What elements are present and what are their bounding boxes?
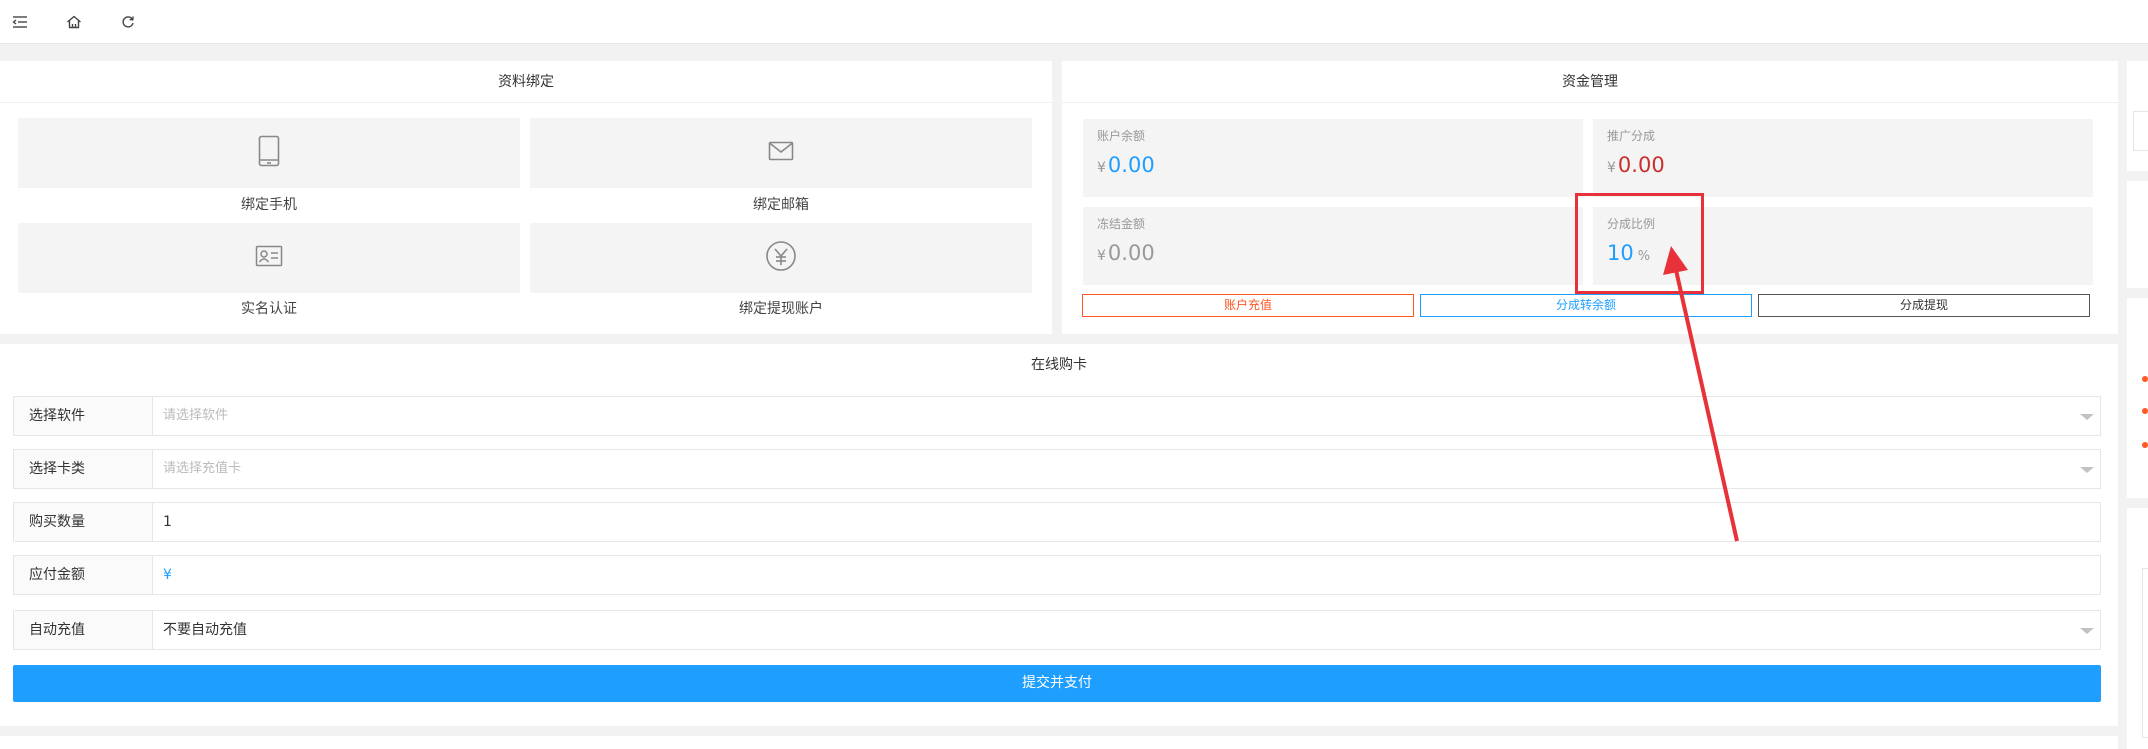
bind-withdraw-label: 绑定提现账户: [739, 301, 823, 317]
refresh-icon[interactable]: [117, 11, 139, 33]
recharge-button[interactable]: 账户充值: [1082, 294, 1414, 317]
right-panel-edge: [2127, 61, 2148, 171]
right-panel-edge: [2127, 508, 2148, 749]
chevron-down-icon: [2080, 467, 2094, 473]
home-icon[interactable]: [63, 11, 85, 33]
funds-card-title: 资金管理: [1062, 61, 2118, 103]
frozen-value: ¥0.00: [1097, 241, 1155, 265]
right-panel-edge: [2127, 298, 2148, 498]
id-card-icon: [255, 245, 283, 271]
auto-recharge-label: 自动充值: [14, 611, 153, 649]
card-type-select-row: 选择卡类 请选择充值卡: [13, 449, 2101, 489]
yuan-icon: [765, 240, 797, 276]
submit-pay-button[interactable]: 提交并支付: [13, 665, 2101, 702]
menu-fold-icon[interactable]: [9, 11, 31, 33]
right-panel-edge: [2127, 181, 2148, 288]
amount-value: ¥: [163, 567, 172, 583]
software-select[interactable]: 请选择软件: [153, 397, 2100, 435]
balance-box: 账户余额 ¥0.00: [1083, 119, 1583, 197]
commission-label: 推广分成: [1607, 129, 1656, 143]
currency-symbol: ¥: [1097, 160, 1106, 176]
quantity-input[interactable]: 1: [153, 503, 2100, 541]
bind-card: 资料绑定 绑定手机 绑定邮箱 实名认证 绑定提现账户: [0, 61, 1052, 334]
currency-symbol: ¥: [1607, 160, 1616, 176]
commission-to-balance-button[interactable]: 分成转余额: [1420, 294, 1752, 317]
chevron-down-icon: [2080, 414, 2094, 420]
amount-row: 应付金额 ¥: [13, 555, 2101, 595]
auto-recharge-select[interactable]: 不要自动充值: [153, 611, 2100, 649]
bind-phone-label: 绑定手机: [241, 197, 297, 213]
bottom-card: [0, 736, 2118, 749]
frozen-label: 冻结金额: [1097, 217, 1146, 231]
amount-label: 应付金额: [14, 556, 153, 594]
card-type-select[interactable]: 请选择充值卡: [153, 450, 2100, 488]
purchase-card-title: 在线购卡: [1031, 357, 1087, 373]
commission-withdraw-button[interactable]: 分成提现: [1758, 294, 2090, 317]
commission-box: 推广分成 ¥0.00: [1593, 119, 2093, 197]
annotation-highlight-box: [1575, 193, 1704, 294]
bind-withdraw-tile[interactable]: [530, 223, 1032, 293]
bind-email-label: 绑定邮箱: [753, 197, 809, 213]
balance-label: 账户余额: [1097, 129, 1146, 143]
quantity-label: 购买数量: [14, 503, 153, 541]
bind-card-title: 资料绑定: [0, 61, 1052, 103]
bind-email-tile[interactable]: [530, 118, 1032, 188]
bind-phone-tile[interactable]: [18, 118, 520, 188]
balance-value: ¥0.00: [1097, 153, 1155, 177]
frozen-box: 冻结金额 ¥0.00: [1083, 207, 1583, 285]
real-name-tile[interactable]: [18, 223, 520, 293]
commission-value: ¥0.00: [1607, 153, 1665, 177]
email-icon: [768, 141, 794, 165]
currency-symbol: ¥: [1097, 248, 1106, 264]
top-bar: [0, 0, 2148, 44]
phone-icon: [258, 135, 280, 171]
auto-recharge-row: 自动充值 不要自动充值: [13, 610, 2101, 650]
quantity-row: 购买数量 1: [13, 502, 2101, 542]
real-name-label: 实名认证: [241, 301, 297, 317]
software-label: 选择软件: [14, 397, 153, 435]
chevron-down-icon: [2080, 628, 2094, 634]
card-type-label: 选择卡类: [14, 450, 153, 488]
software-select-row: 选择软件 请选择软件: [13, 396, 2101, 436]
